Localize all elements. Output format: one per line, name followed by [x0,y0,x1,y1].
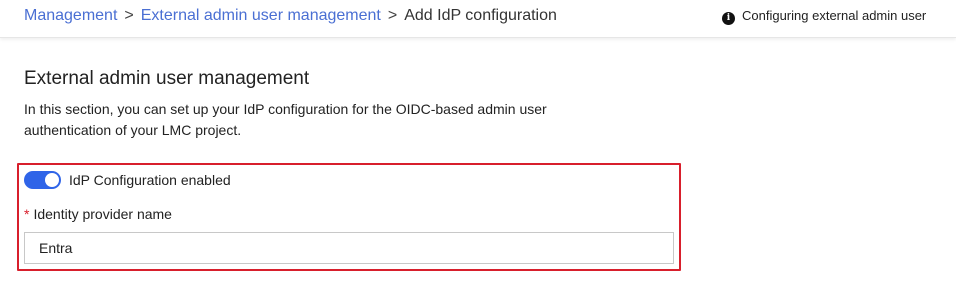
idp-enabled-label: IdP Configuration enabled [69,172,231,188]
breadcrumb-link-external-admin-user-management[interactable]: External admin user management [141,7,381,24]
info-notice-text: Configuring external admin user [742,8,927,23]
identity-provider-name-label-text: Identity provider name [33,206,172,222]
info-notice: i Configuring external admin user [722,8,926,25]
breadcrumb-link-management[interactable]: Management [24,7,117,24]
breadcrumb-current: Add IdP configuration [404,7,557,24]
breadcrumb: Management > External admin user managemen… [24,7,557,25]
section-title: External admin user management [24,68,310,89]
top-bar: Management > External admin user managemen… [0,0,956,38]
idp-enabled-toggle[interactable] [24,171,61,189]
info-icon: i [722,12,735,25]
breadcrumb-separator: > [387,7,398,24]
breadcrumb-separator: > [124,7,134,24]
required-marker: * [24,206,30,222]
identity-provider-name-input[interactable] [24,232,674,264]
identity-provider-name-label: * Identity provider name [24,206,172,223]
section-description: In this section, you can set up your IdP… [24,101,547,138]
toggle-knob [45,173,59,187]
